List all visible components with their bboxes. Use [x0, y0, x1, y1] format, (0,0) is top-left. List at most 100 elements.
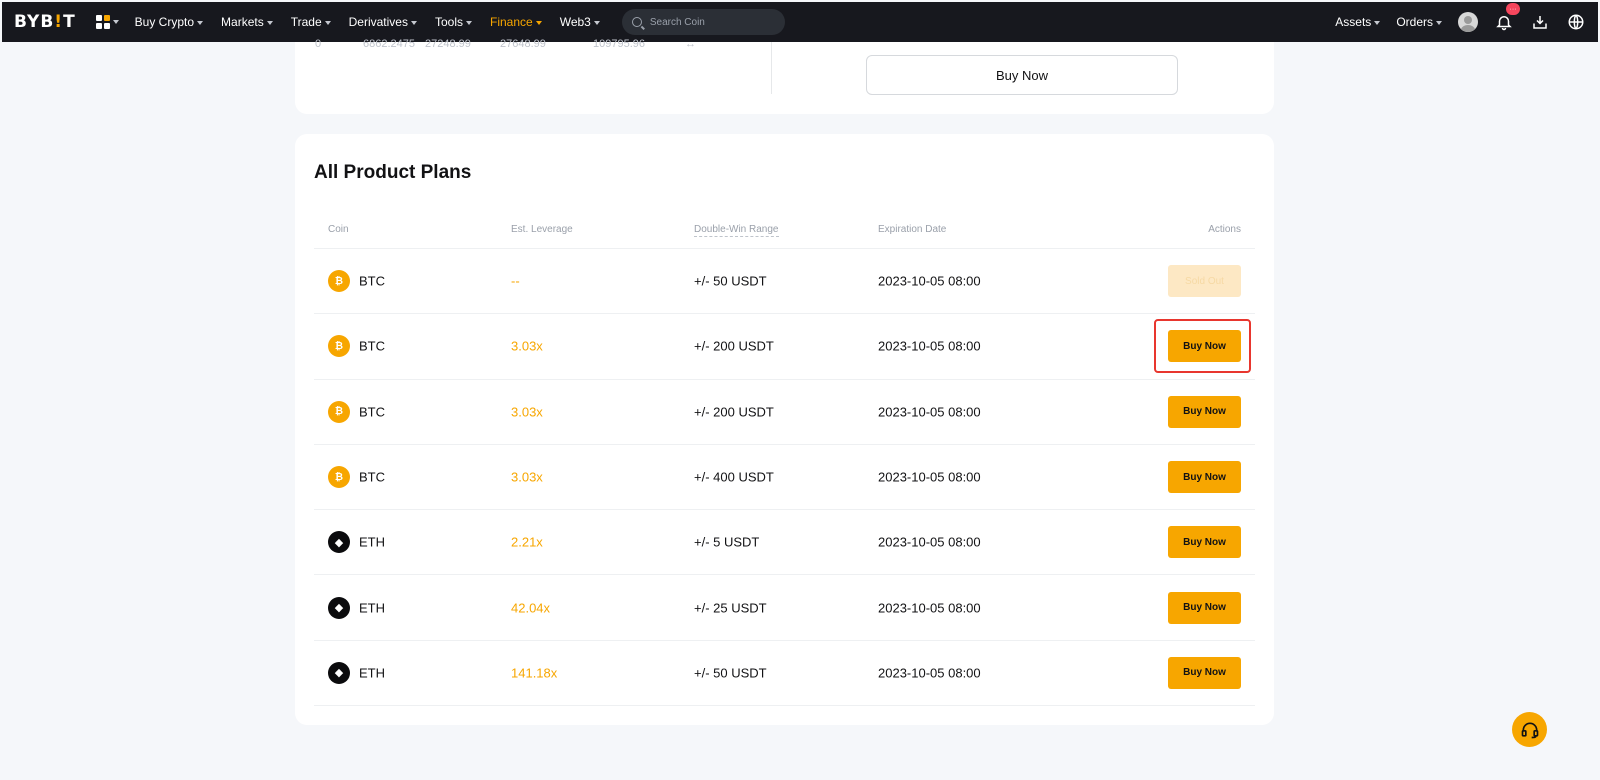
section-title: All Product Plans	[314, 162, 472, 183]
user-avatar[interactable]	[1458, 12, 1478, 32]
product-plans-card: All Product Plans Coin Est. Leverage Dou…	[295, 134, 1274, 725]
headset-icon	[1521, 722, 1538, 738]
est-leverage: 141.18x	[511, 665, 558, 681]
buy-now-button[interactable]: Buy Now	[1168, 395, 1241, 428]
nav-item-derivatives[interactable]: Derivatives	[349, 15, 417, 29]
expiration-date: 2023-10-05 08:00	[878, 404, 981, 420]
double-win-range: +/- 50 USDT	[694, 665, 767, 681]
est-leverage: --	[511, 273, 520, 289]
buy-now-button[interactable]: Buy Now	[1168, 526, 1241, 559]
expiration-date: 2023-10-05 08:00	[878, 600, 981, 616]
top-navbar: BYB!T Buy Crypto Markets Trade Derivatives T…	[2, 2, 1598, 42]
chevron-down-icon	[1374, 20, 1381, 25]
buy-now-button[interactable]: Buy Now	[1168, 330, 1241, 363]
faded-value: 109795.96	[593, 38, 645, 50]
table-header: Coin Est. Leverage Double-Win Range Expi…	[314, 221, 1255, 249]
assets-menu[interactable]: Assets	[1335, 15, 1381, 29]
download-icon[interactable]	[1530, 12, 1550, 32]
chevron-down-icon	[1436, 20, 1442, 25]
main-nav: Buy Crypto Markets Trade Derivatives Tools Fi…	[135, 15, 600, 29]
est-leverage: 3.03x	[511, 469, 543, 485]
nav-item-trade[interactable]: Trade	[291, 15, 331, 29]
buy-now-button[interactable]: Buy Now	[1168, 656, 1241, 689]
expiration-date: 2023-10-05 08:00	[878, 665, 981, 681]
bybit-logo[interactable]: BYB!T	[14, 12, 76, 32]
nav-item-label: Markets	[221, 15, 264, 29]
table-row: BTC 3.03x +/- 400 USDT 2023-10-05 08:00 Buy …	[314, 445, 1255, 511]
nav-item-tools[interactable]: Tools	[435, 15, 472, 29]
est-leverage: 42.04x	[511, 600, 551, 616]
coin-name: BTC	[359, 273, 385, 289]
notification-bell-icon[interactable]: ···	[1494, 3, 1520, 32]
faded-value: 6862.2475	[363, 38, 415, 50]
btc-icon	[328, 400, 350, 423]
coin-name: BTC	[359, 404, 385, 420]
faded-value: 27248.99	[425, 38, 471, 50]
chevron-down-icon	[197, 20, 204, 25]
orders-menu[interactable]: Orders	[1396, 15, 1442, 29]
coin-name: ETH	[359, 600, 385, 616]
expiration-date: 2023-10-05 08:00	[878, 534, 981, 550]
nav-item-buy-crypto[interactable]: Buy Crypto	[134, 15, 204, 29]
buy-now-button[interactable]: Buy Now	[1168, 461, 1241, 494]
search-placeholder: Search Coin	[649, 16, 705, 28]
orders-label: Orders	[1396, 15, 1433, 29]
btc-icon	[328, 466, 350, 489]
right-nav: Assets Orders ···	[1335, 3, 1586, 32]
expiration-date: 2023-10-05 08:00	[878, 273, 981, 289]
chevron-down-icon	[593, 20, 600, 25]
coin-name: BTC	[359, 469, 385, 485]
nav-item-label: Tools	[434, 15, 463, 29]
table-row: BTC 3.03x +/- 200 USDT 2023-10-05 08:00 Buy …	[314, 314, 1255, 380]
header-double-win-range[interactable]: Double-Win Range	[694, 224, 779, 237]
double-win-range: +/- 5 USDT	[694, 534, 760, 550]
nav-item-label: Web3	[559, 15, 591, 29]
coin-name: BTC	[359, 338, 385, 354]
table-row: ETH 2.21x +/- 5 USDT 2023-10-05 08:00 Buy No…	[314, 510, 1255, 576]
coin-name: ETH	[359, 665, 385, 681]
table-row: BTC -- +/- 50 USDT 2023-10-05 08:00 Sold Out	[314, 249, 1255, 315]
nav-item-label: Buy Crypto	[134, 15, 195, 29]
logo-text-bang: !	[54, 12, 64, 32]
chevron-down-icon	[266, 20, 273, 25]
est-leverage: 3.03x	[511, 338, 543, 354]
table-row: BTC 3.03x +/- 200 USDT 2023-10-05 08:00 Buy …	[314, 380, 1255, 445]
expiration-date: 2023-10-05 08:00	[878, 469, 981, 485]
eth-icon	[328, 531, 350, 554]
chevron-down-icon	[535, 20, 542, 25]
notification-badge: ···	[1506, 3, 1520, 15]
chevron-down-icon	[466, 20, 472, 25]
plans-table-body: BTC -- +/- 50 USDT 2023-10-05 08:00 Sold Out…	[314, 249, 1255, 707]
summary-card: 0 6862.2475 27248.99 27648.99 109795.96 ↔ Buy…	[295, 38, 1274, 114]
double-win-range: +/- 25 USDT	[694, 600, 767, 616]
table-row: ETH 42.04x +/- 25 USDT 2023-10-05 08:00 Buy …	[314, 575, 1255, 641]
logo-text-suffix: T	[63, 12, 76, 32]
eth-icon	[328, 596, 350, 619]
logo-text-prefix: BYB	[14, 12, 55, 32]
chevron-down-icon	[112, 20, 119, 24]
double-win-range: +/- 50 USDT	[694, 273, 767, 289]
nav-item-web3[interactable]: Web3	[560, 15, 600, 29]
search-coin-input[interactable]: Search Coin	[621, 9, 785, 35]
apps-grid-icon[interactable]	[95, 15, 119, 29]
assets-label: Assets	[1335, 15, 1372, 29]
divider	[771, 42, 772, 94]
buy-now-outline-button[interactable]: Buy Now	[866, 55, 1178, 95]
customer-support-button[interactable]	[1512, 712, 1547, 747]
nav-item-label: Derivatives	[348, 15, 408, 29]
buy-now-button[interactable]: Buy Now	[1168, 591, 1241, 624]
btc-icon	[328, 270, 350, 293]
nav-item-label: Finance	[490, 15, 533, 29]
globe-language-icon[interactable]	[1566, 12, 1586, 32]
nav-item-finance[interactable]: Finance	[490, 15, 542, 29]
est-leverage: 2.21x	[511, 534, 543, 550]
est-leverage: 3.03x	[511, 404, 543, 420]
header-coin: Coin	[328, 224, 349, 235]
double-win-range: +/- 200 USDT	[694, 404, 774, 420]
faded-value: ↔	[685, 38, 696, 50]
header-actions: Actions	[1208, 224, 1241, 235]
search-icon	[631, 17, 642, 27]
nav-item-markets[interactable]: Markets	[221, 15, 273, 29]
expiration-date: 2023-10-05 08:00	[878, 338, 981, 354]
chevron-down-icon	[324, 20, 331, 25]
